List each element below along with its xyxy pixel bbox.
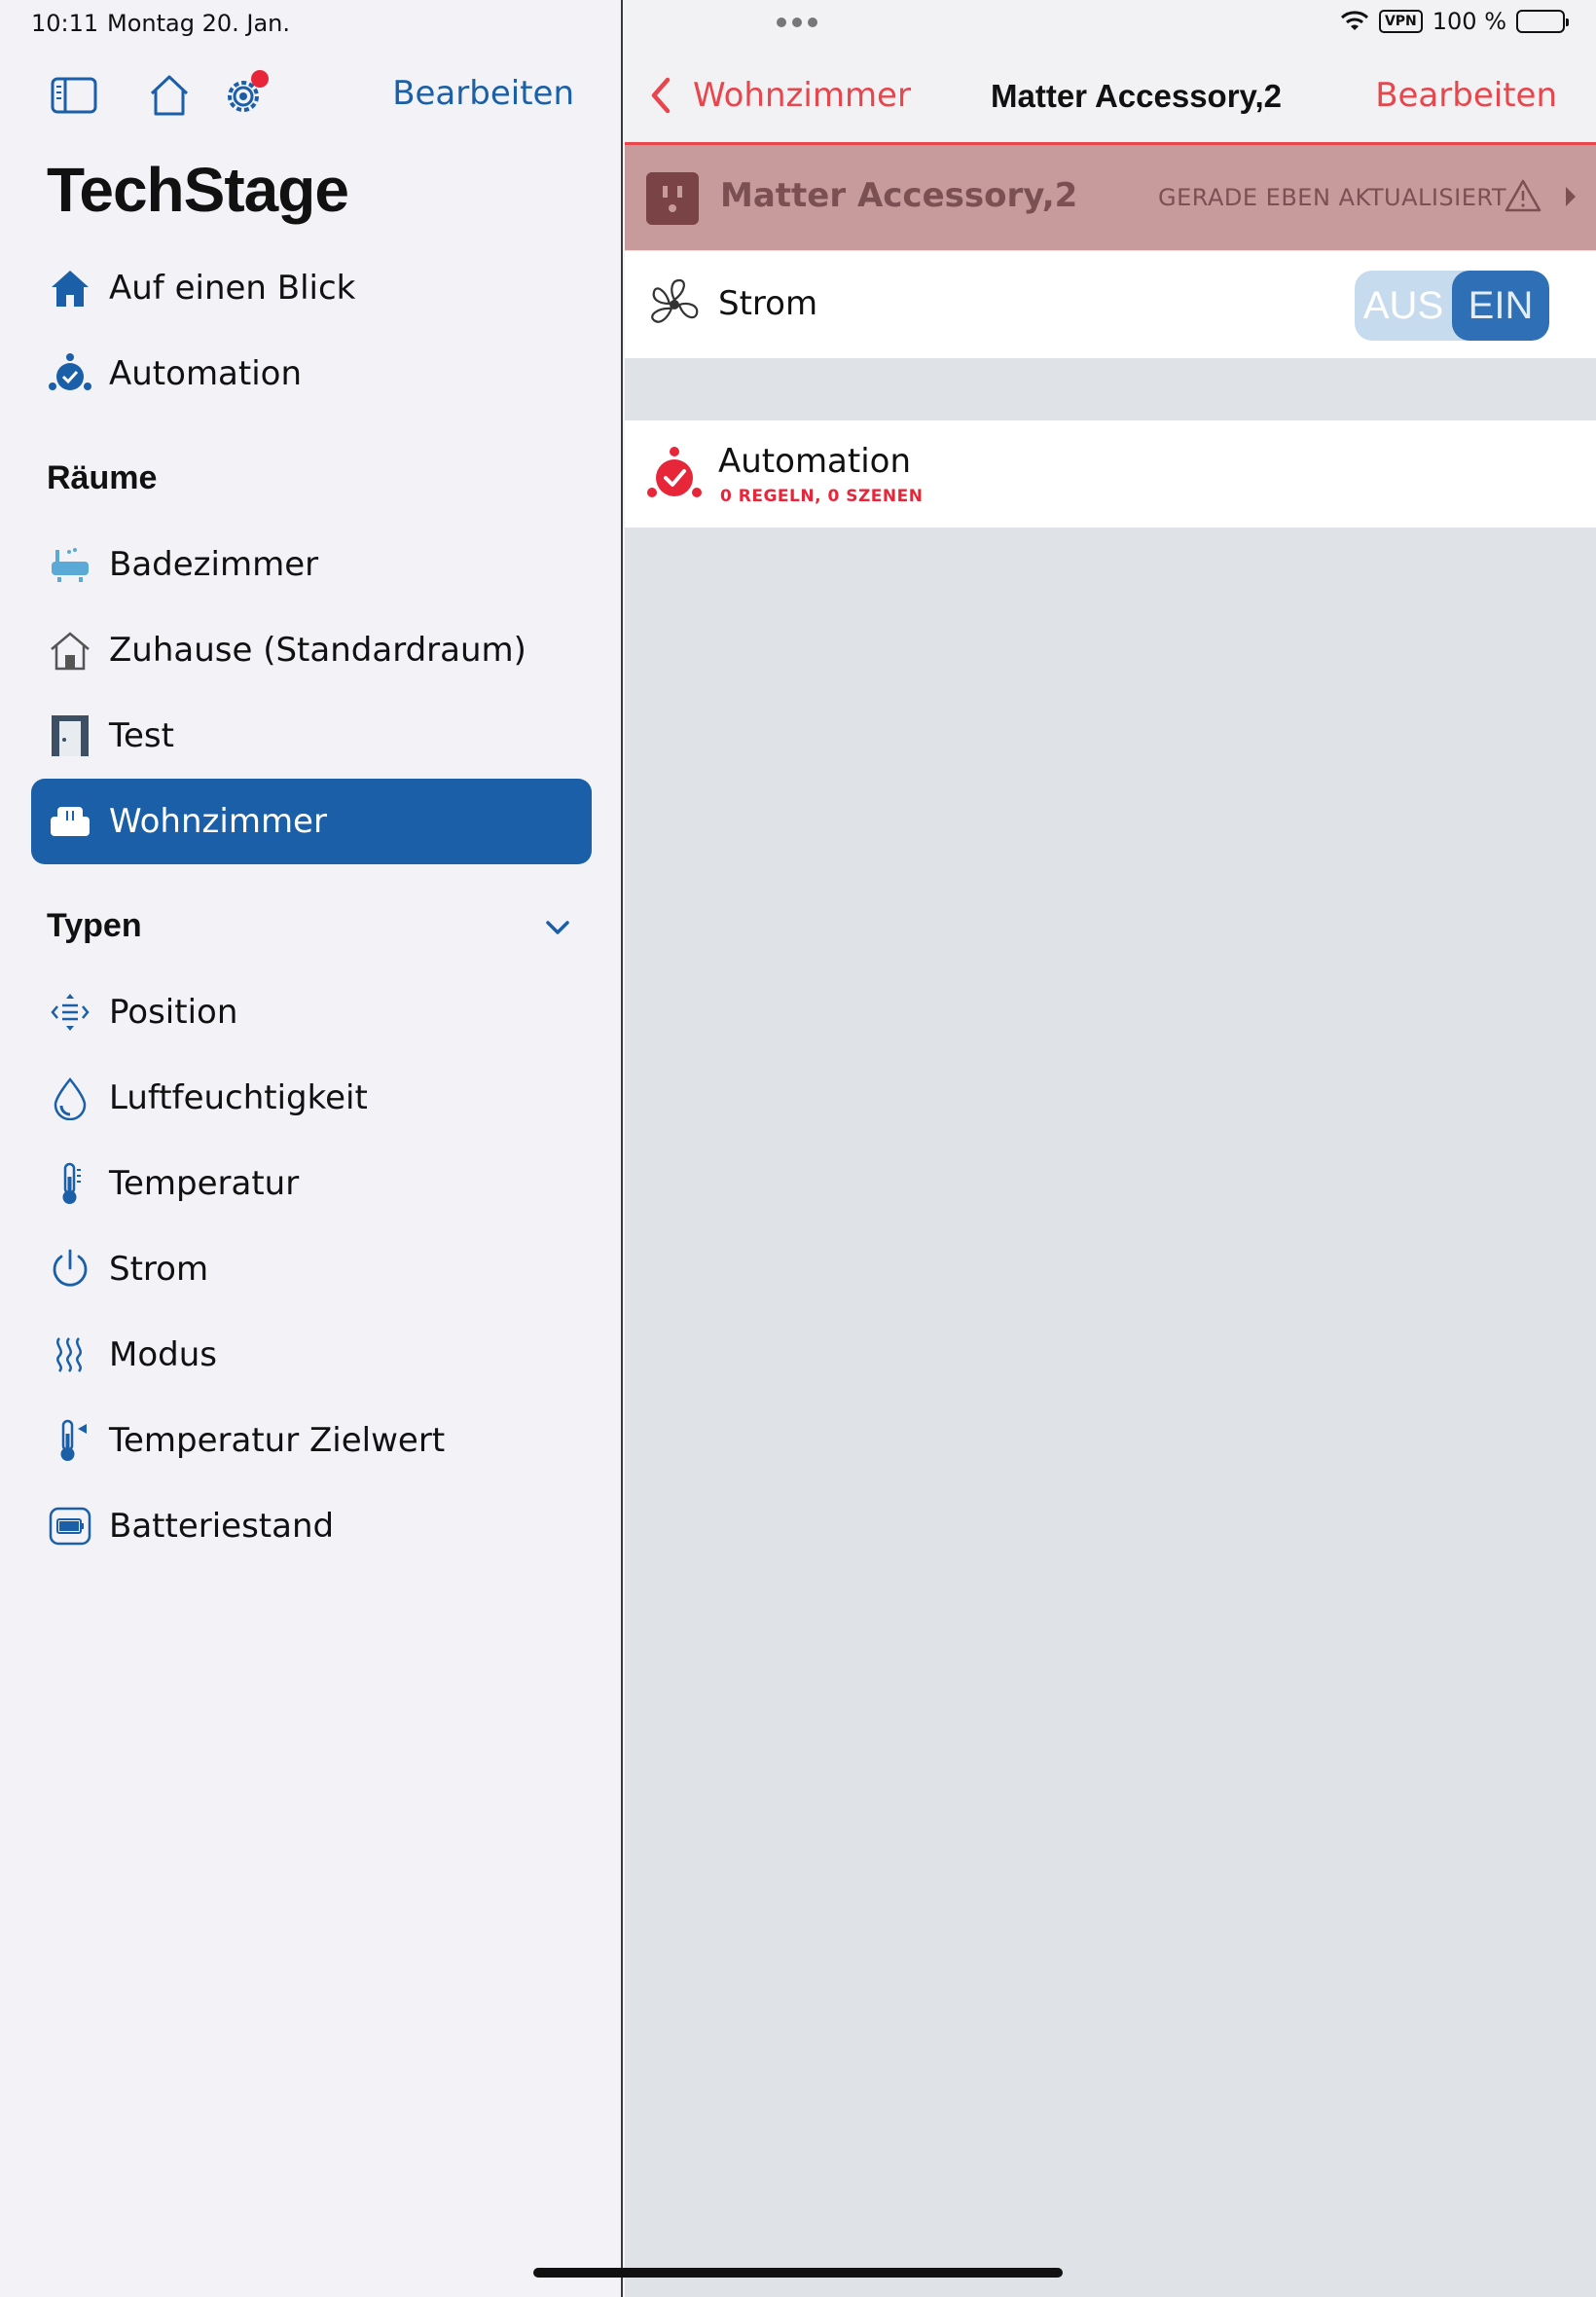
status-time: 10:11 [31, 10, 99, 37]
automation-alarm-icon [644, 444, 705, 504]
sidebar-item-strom[interactable]: Strom [31, 1226, 592, 1312]
back-label: Wohnzimmer [693, 76, 911, 115]
house-outline-icon [47, 627, 93, 674]
sidebar-item-label: Position [109, 993, 238, 1032]
detail-title: Matter Accessory,2 [991, 78, 1282, 114]
notification-dot [251, 70, 269, 88]
sidebar-item-label: Temperatur Zielwert [109, 1421, 446, 1460]
sidebar-item-batteriestand[interactable]: Batteriestand [31, 1483, 592, 1569]
sidebar-toolbar: Bearbeiten [47, 68, 574, 123]
sidebar-item-badezimmer[interactable]: Badezimmer [31, 522, 592, 607]
automation-row[interactable]: Automation 0 REGELN, 0 SZENEN [625, 420, 1596, 528]
chevron-down-icon[interactable] [541, 911, 574, 944]
sidebar-item-label: Badezimmer [109, 545, 319, 584]
accessory-name: Matter Accessory,2 [720, 176, 1078, 215]
sidebar-item-luftfeuchtigkeit[interactable]: Luftfeuchtigkeit [31, 1055, 592, 1141]
thermometer-target-icon [47, 1417, 93, 1464]
power-icon [47, 1246, 93, 1293]
home-outline-icon[interactable] [142, 68, 197, 123]
types-header: Typen [47, 907, 142, 944]
accessory-status: GERADE EBEN AKTUALISIERT [1158, 184, 1506, 211]
battery-icon [47, 1503, 93, 1550]
position-icon [47, 989, 93, 1036]
sidebar-edit-button[interactable]: Bearbeiten [392, 74, 574, 113]
fan-icon [644, 274, 705, 335]
battery-percentage: 100 % [1432, 8, 1506, 35]
detail-edit-button[interactable]: Bearbeiten [1375, 76, 1557, 115]
sidebar-item-label: Auf einen Blick [109, 269, 356, 308]
sidebar-item-label: Temperatur [109, 1164, 300, 1203]
sidebar-item-position[interactable]: Position [31, 969, 592, 1055]
door-icon [47, 712, 93, 759]
settings-gear-icon[interactable] [216, 68, 271, 123]
home-indicator[interactable] [533, 2268, 1063, 2278]
power-label: Strom [718, 284, 818, 323]
sidebar: Bearbeiten TechStage Auf einen Blick Aut… [0, 0, 623, 2297]
sidebar-item-label: Test [109, 716, 174, 755]
chevron-right-icon [1566, 187, 1576, 206]
sidebar-item-label: Modus [109, 1335, 217, 1374]
sidebar-item-label: Automation [109, 354, 303, 393]
sidebar-item-label: Zuhause (Standardraum) [109, 631, 526, 670]
sidebar-item-label: Wohnzimmer [109, 802, 327, 841]
warning-icon [1505, 179, 1542, 212]
heat-waves-icon [47, 1331, 93, 1378]
bathtub-icon [47, 541, 93, 588]
sidebar-item-temperatur[interactable]: Temperatur [31, 1141, 592, 1226]
sidebar-toggle-icon[interactable] [47, 68, 101, 123]
sidebar-item-temperatur-zielwert[interactable]: Temperatur Zielwert [31, 1398, 592, 1483]
chevron-left-icon [651, 77, 671, 114]
rooms-header: Räume [47, 459, 158, 496]
droplet-icon [47, 1075, 93, 1121]
sidebar-item-label: Batteriestand [109, 1507, 335, 1546]
thermometer-icon [47, 1160, 93, 1207]
automation-label: Automation [718, 442, 912, 481]
sidebar-item-zuhause[interactable]: Zuhause (Standardraum) [31, 607, 592, 693]
sidebar-item-test[interactable]: Test [31, 693, 592, 779]
status-indicators: VPN 100 % [1340, 8, 1569, 35]
sofa-icon [47, 798, 93, 845]
toggle-off-option[interactable]: AUS [1355, 271, 1452, 341]
automation-icon [47, 350, 93, 397]
sidebar-item-automation[interactable]: Automation [31, 331, 592, 417]
sidebar-item-modus[interactable]: Modus [31, 1312, 592, 1398]
power-toggle[interactable]: AUS EIN [1355, 271, 1549, 341]
sidebar-item-label: Luftfeuchtigkeit [109, 1078, 368, 1117]
app-title: TechStage [47, 155, 349, 225]
sidebar-item-label: Strom [109, 1250, 209, 1289]
home-icon [47, 265, 93, 311]
accessory-header[interactable]: Matter Accessory,2 GERADE EBEN AKTUALISI… [625, 145, 1596, 250]
sidebar-item-overview[interactable]: Auf einen Blick [31, 245, 592, 331]
toggle-on-option[interactable]: EIN [1452, 271, 1549, 341]
vpn-badge: VPN [1378, 10, 1423, 33]
power-row: Strom AUS EIN [625, 251, 1596, 358]
automation-subtitle: 0 REGELN, 0 SZENEN [720, 487, 924, 506]
wifi-icon [1340, 11, 1368, 30]
sidebar-item-wohnzimmer[interactable]: Wohnzimmer [31, 779, 592, 864]
status-date: Montag 20. Jan. [107, 10, 291, 37]
detail-pane: Wohnzimmer Matter Accessory,2 Bearbeiten… [625, 0, 1596, 2297]
multitask-dots-icon[interactable] [777, 18, 817, 27]
outlet-icon [646, 172, 699, 225]
back-button[interactable]: Wohnzimmer [646, 76, 911, 115]
battery-status-icon [1516, 10, 1569, 33]
